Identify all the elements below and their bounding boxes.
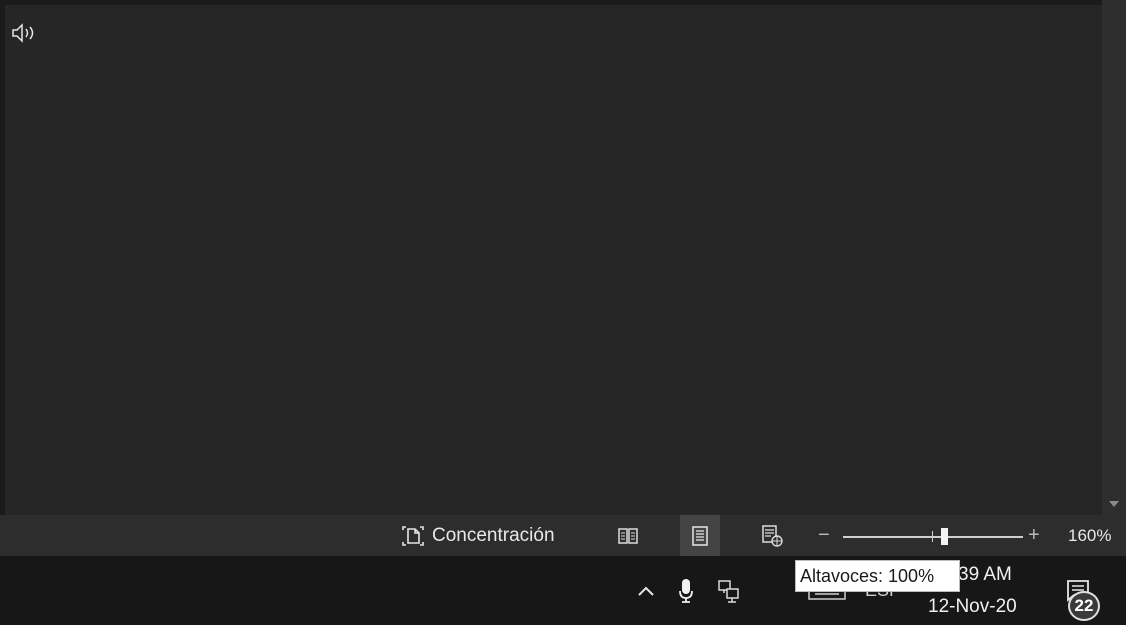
print-layout-button[interactable] bbox=[680, 515, 720, 556]
print-layout-icon bbox=[692, 525, 708, 546]
vertical-scrollbar[interactable] bbox=[1102, 0, 1126, 515]
network-button[interactable] bbox=[714, 556, 744, 625]
clock-date: 12-Nov-20 bbox=[928, 596, 1017, 617]
zoom-slider-center-tick bbox=[932, 531, 933, 542]
microphone-button[interactable] bbox=[672, 556, 700, 625]
read-mode-icon bbox=[618, 527, 638, 544]
notification-count-badge: 22 bbox=[1068, 591, 1100, 621]
clock-time: 39 AM bbox=[958, 564, 1012, 585]
zoom-slider-thumb[interactable] bbox=[941, 528, 948, 545]
microphone-icon bbox=[679, 578, 693, 603]
zoom-in-button[interactable]: + bbox=[1028, 515, 1040, 556]
zoom-slider-track[interactable] bbox=[843, 536, 1023, 538]
focus-icon bbox=[402, 525, 424, 546]
web-layout-icon bbox=[762, 524, 783, 547]
web-layout-button[interactable] bbox=[752, 515, 792, 556]
read-mode-button[interactable] bbox=[608, 515, 648, 556]
volume-tooltip: Altavoces: 100% bbox=[795, 560, 960, 592]
focus-mode-button[interactable]: Concentración bbox=[400, 515, 555, 556]
zoom-level-label[interactable]: 160% bbox=[1068, 515, 1111, 556]
zoom-out-button[interactable]: − bbox=[818, 515, 830, 556]
scroll-down-arrow-icon[interactable] bbox=[1109, 501, 1119, 507]
network-icon bbox=[718, 579, 739, 603]
focus-mode-label: Concentración bbox=[432, 524, 555, 546]
chevron-up-icon bbox=[638, 586, 654, 596]
speaker-icon bbox=[10, 22, 40, 50]
show-hidden-icons-button[interactable] bbox=[632, 556, 660, 625]
document-canvas[interactable] bbox=[5, 5, 1102, 515]
